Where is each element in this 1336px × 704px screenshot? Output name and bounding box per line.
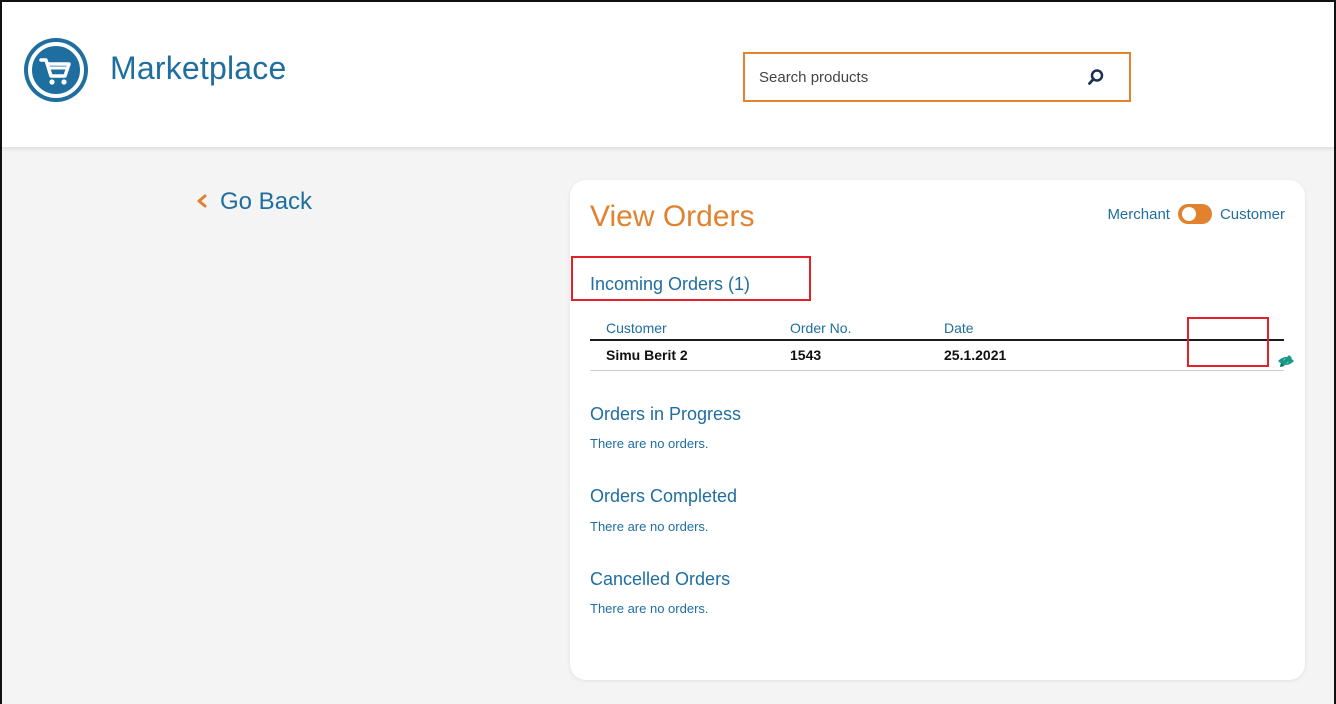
- cell-order-no: 1543: [790, 347, 822, 363]
- column-order-no: Order No.: [790, 320, 852, 336]
- app-frame: Marketplace Go Back View Orders Merchant: [0, 0, 1336, 704]
- go-back-link[interactable]: Go Back: [196, 188, 312, 216]
- search-box: [743, 52, 1131, 102]
- search-input[interactable]: [759, 66, 1079, 88]
- shopping-cart-icon[interactable]: [24, 38, 88, 102]
- orders-card: View Orders Merchant Customer Incoming O…: [570, 180, 1305, 680]
- role-toggle: Merchant Customer: [1107, 204, 1285, 224]
- orders-completed-empty: There are no orders.: [590, 519, 709, 534]
- toggle-label-merchant[interactable]: Merchant: [1107, 206, 1170, 223]
- top-header: Marketplace: [2, 2, 1334, 147]
- incoming-orders-title: Incoming Orders (1): [590, 274, 751, 294]
- column-date: Date: [944, 320, 974, 336]
- switch-knob: [1181, 207, 1196, 221]
- cell-customer: Simu Berit 2: [606, 347, 688, 363]
- search-icon[interactable]: [1087, 68, 1105, 91]
- highlight-row-actions: [1187, 317, 1269, 367]
- table-header: Customer Order No. Date: [590, 317, 1284, 341]
- page-title: View Orders: [590, 200, 755, 233]
- column-customer: Customer: [606, 320, 667, 336]
- orders-completed-title: Orders Completed: [590, 486, 738, 506]
- cell-date: 25.1.2021: [944, 347, 1007, 363]
- orders-in-progress-empty: There are no orders.: [590, 436, 709, 451]
- role-switch[interactable]: [1177, 204, 1212, 224]
- toggle-label-customer[interactable]: Customer: [1220, 206, 1285, 223]
- pencil-icon[interactable]: [1276, 351, 1296, 371]
- incoming-orders-table: Customer Order No. Date Simu Berit 2 154…: [590, 317, 1294, 371]
- cancelled-orders-empty: There are no orders.: [590, 601, 709, 616]
- cancelled-orders-title: Cancelled Orders: [590, 569, 731, 589]
- go-back-label: Go Back: [220, 188, 313, 215]
- table-row: Simu Berit 2 1543 25.1.2021: [590, 341, 1294, 371]
- orders-in-progress-title: Orders in Progress: [590, 404, 742, 424]
- brand-name[interactable]: Marketplace: [110, 50, 287, 87]
- chevron-left-icon: [196, 191, 208, 214]
